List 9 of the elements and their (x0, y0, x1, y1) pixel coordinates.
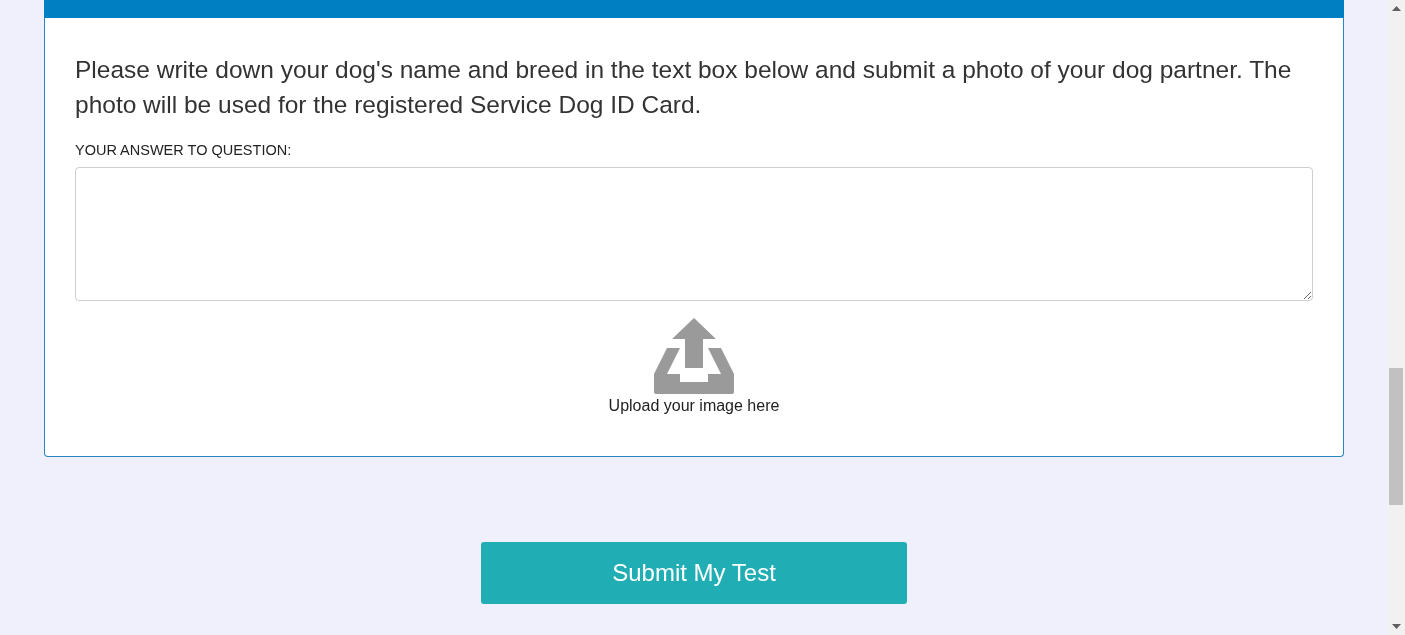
answer-label: YOUR ANSWER TO QUESTION: (75, 141, 293, 160)
scroll-up-arrow-icon[interactable] (1392, 6, 1401, 11)
scroll-down-arrow-icon[interactable] (1392, 624, 1401, 629)
scrollbar[interactable] (1388, 0, 1405, 635)
answer-field[interactable] (75, 167, 1313, 301)
upload-button[interactable]: Upload your image here (608, 318, 780, 416)
question-text: Please write down your dog's name and breed in the text box below and submit a photo of your dog partner. The photo will be used for the registered Service Dog ID Card. (75, 55, 1293, 120)
upload-icon[interactable] (654, 318, 734, 394)
scrollbar-thumb[interactable] (1389, 368, 1403, 505)
